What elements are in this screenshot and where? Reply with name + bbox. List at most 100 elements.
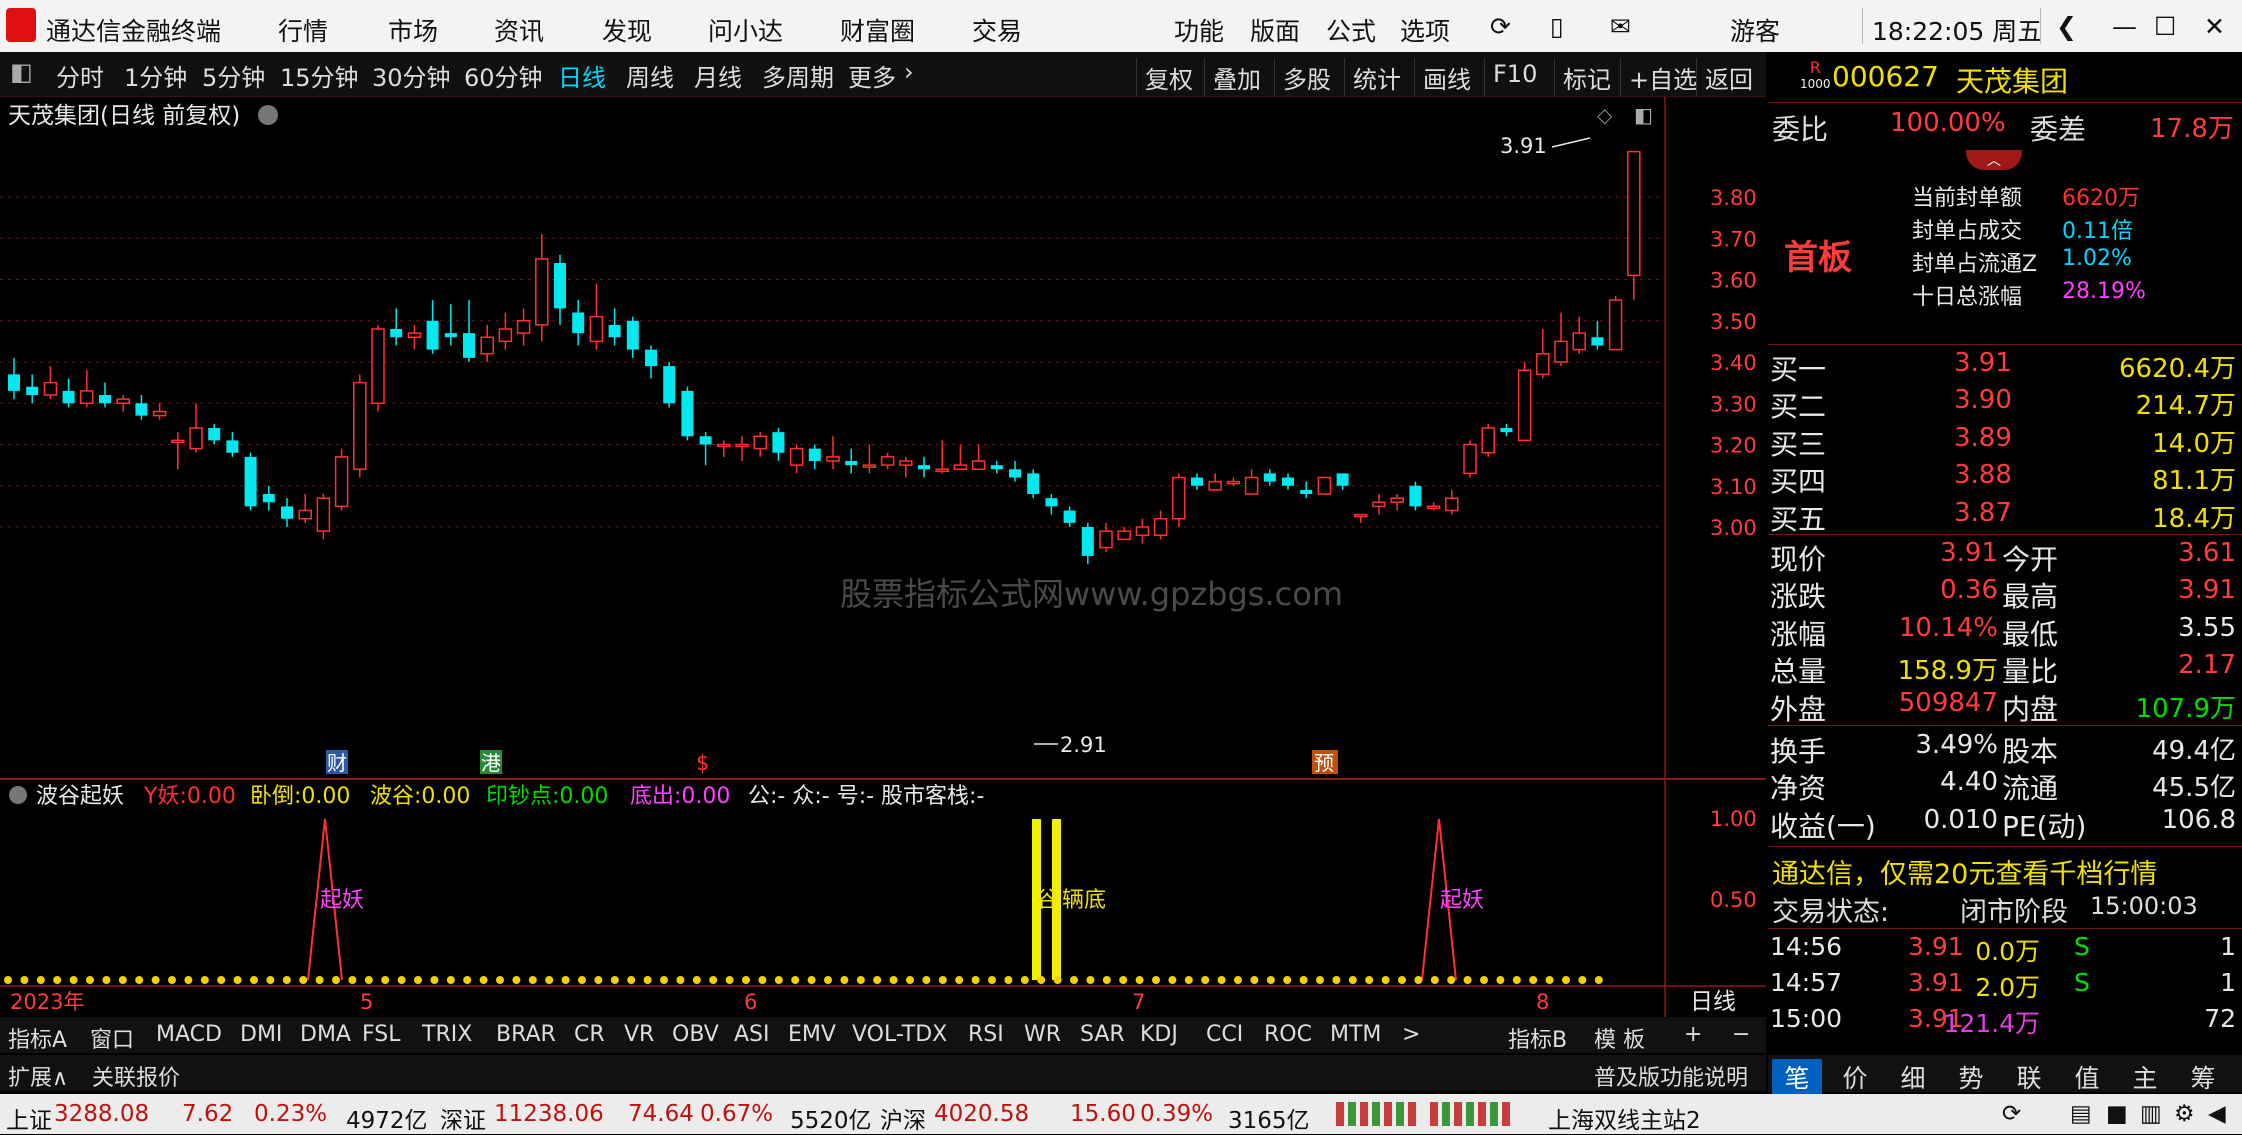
tab-指标a[interactable]: 指标A <box>8 1022 67 1054</box>
alert-icon[interactable]: ■ <box>2106 1101 2128 1127</box>
tab-dma[interactable]: DMA <box>300 1022 351 1047</box>
btn-f10[interactable]: F10 <box>1484 58 1545 96</box>
tool-xuanxiang[interactable]: 选项 <box>1400 12 1450 48</box>
event-marker-gang[interactable]: 港 <box>480 750 502 775</box>
period-multi[interactable]: 多周期 <box>762 58 834 93</box>
tool-banmian[interactable]: 版面 <box>1250 12 1300 48</box>
tab-add[interactable]: + <box>1684 1022 1702 1047</box>
tab-expand[interactable]: 扩展∧ <box>8 1060 68 1092</box>
tab-dmi[interactable]: DMI <box>240 1022 282 1047</box>
btn-tongji[interactable]: 统计 <box>1344 58 1409 96</box>
period-30min[interactable]: 30分钟 <box>372 58 451 93</box>
tab-help[interactable]: 普及版功能说明 <box>1594 1060 1748 1092</box>
chevron-right-icon[interactable]: › <box>904 58 914 86</box>
tab-kdj[interactable]: KDJ <box>1140 1022 1178 1047</box>
period-week[interactable]: 周线 <box>626 58 674 93</box>
period-5min[interactable]: 5分钟 <box>202 58 265 93</box>
doc-icon[interactable]: ▤ <box>2070 1101 2092 1127</box>
menu-wenxiaoda[interactable]: 问小达 <box>708 12 783 48</box>
server-name[interactable]: 上海双线主站2 <box>1548 1101 1701 1135</box>
chevron-down-icon[interactable] <box>258 105 278 125</box>
tab-vol-tdx[interactable]: VOL-TDX <box>852 1022 947 1047</box>
tab-cci[interactable]: CCI <box>1206 1022 1243 1047</box>
menu-faxian[interactable]: 发现 <box>602 12 652 48</box>
btn-fuquan[interactable]: 复权 <box>1136 58 1201 96</box>
tab-mtm[interactable]: MTM <box>1330 1022 1381 1047</box>
period-1min[interactable]: 1分钟 <box>124 58 187 93</box>
tab-indicator-b[interactable]: 指标B <box>1508 1022 1567 1054</box>
indicator-name[interactable]: 波谷起妖 <box>36 784 124 809</box>
minimize-icon[interactable]: — <box>2112 12 2137 41</box>
tab-obv[interactable]: OBV <box>672 1022 719 1047</box>
back-icon[interactable]: ❮ <box>2056 12 2077 41</box>
diamond-icon[interactable]: ◇ <box>1597 103 1613 127</box>
panel-toggle-icon[interactable]: ◧ <box>10 58 33 86</box>
tab-fsl[interactable]: FSL <box>362 1022 401 1047</box>
sync-icon[interactable]: ⟳ <box>2002 1101 2021 1127</box>
menu-caifuquan[interactable]: 财富圈 <box>840 12 915 48</box>
btn-fanhui[interactable]: 返回 <box>1696 58 1761 96</box>
quote-tab-0[interactable]: 笔 <box>1772 1059 1822 1095</box>
menu-jiaoyi[interactable]: 交易 <box>972 12 1022 48</box>
tab-rsi[interactable]: RSI <box>968 1022 1004 1047</box>
tab-cr[interactable]: CR <box>574 1022 605 1047</box>
period-more[interactable]: 更多 <box>848 58 896 93</box>
mail-icon[interactable]: ✉ <box>1610 12 1631 41</box>
sh-label[interactable]: 上证 <box>6 1101 52 1135</box>
quote-tab-5[interactable]: 值 <box>2062 1059 2112 1095</box>
tool-gongshi[interactable]: 公式 <box>1326 12 1376 48</box>
period-month[interactable]: 月线 <box>694 58 742 93</box>
tab-trix[interactable]: TRIX <box>422 1022 472 1047</box>
btn-biaoji[interactable]: 标记 <box>1554 58 1619 96</box>
period-fenshi[interactable]: 分时 <box>56 58 104 93</box>
event-marker-cai[interactable]: 财 <box>326 750 348 775</box>
event-marker-dollar[interactable]: $ <box>696 751 709 775</box>
panel-icon[interactable]: ◧ <box>1634 103 1653 127</box>
promo-text[interactable]: 通达信，仅需20元查看千档行情 <box>1772 852 2157 891</box>
period-15min[interactable]: 15分钟 <box>280 58 359 93</box>
tab-vr[interactable]: VR <box>624 1022 654 1047</box>
indicator-menu-icon[interactable] <box>9 786 27 804</box>
kline-chart[interactable]: 3.80 3.70 3.60 3.50 3.40 3.30 3.20 3.10 3.00 天茂集… <box>0 97 1766 1017</box>
btn-huaxian[interactable]: 画线 <box>1414 58 1479 96</box>
chevron-right-icon[interactable]: > <box>1402 1022 1420 1047</box>
period-60min[interactable]: 60分钟 <box>464 58 543 93</box>
quote-tab-2[interactable]: 细 <box>1888 1059 1938 1095</box>
tab-wr[interactable]: WR <box>1024 1022 1061 1047</box>
event-marker-yu[interactable]: 预 <box>1312 750 1338 775</box>
btn-zixuan[interactable]: +自选 <box>1620 58 1705 96</box>
quote-tab-3[interactable]: 势 <box>1946 1059 1996 1095</box>
refresh-icon[interactable]: ⟳ <box>1490 12 1511 41</box>
tab-brar[interactable]: BRAR <box>496 1022 556 1047</box>
tab-sar[interactable]: SAR <box>1080 1022 1125 1047</box>
settings-icon[interactable]: ⚙ <box>2174 1101 2195 1127</box>
quote-tab-4[interactable]: 联 <box>2004 1059 2054 1095</box>
btn-duogu[interactable]: 多股 <box>1274 58 1339 96</box>
quote-tab-6[interactable]: 主 <box>2120 1059 2170 1095</box>
tool-gongneng[interactable]: 功能 <box>1174 12 1224 48</box>
tab-roc[interactable]: ROC <box>1264 1022 1312 1047</box>
tab-template[interactable]: 模 板 <box>1594 1022 1645 1054</box>
menu-shichang[interactable]: 市场 <box>388 12 438 48</box>
quote-tab-1[interactable]: 价 <box>1830 1059 1880 1095</box>
menu-hangqing[interactable]: 行情 <box>278 12 328 48</box>
btn-diejia[interactable]: 叠加 <box>1204 58 1269 96</box>
user-label[interactable]: 游客 <box>1730 12 1780 48</box>
phone-icon[interactable]: ▯ <box>1550 12 1564 41</box>
tab-窗口[interactable]: 窗口 <box>90 1022 134 1054</box>
tab-emv[interactable]: EMV <box>788 1022 836 1047</box>
tab-related-quote[interactable]: 关联报价 <box>92 1060 180 1092</box>
period-day[interactable]: 日线 <box>558 58 606 93</box>
quote-tab-7[interactable]: 筹 <box>2178 1059 2228 1095</box>
tab-remove[interactable]: − <box>1732 1022 1750 1047</box>
tab-asi[interactable]: ASI <box>734 1022 770 1047</box>
hs-label[interactable]: 沪深 <box>880 1101 926 1135</box>
menu-zixun[interactable]: 资讯 <box>494 12 544 48</box>
sz-label[interactable]: 深证 <box>440 1101 486 1135</box>
tab-macd[interactable]: MACD <box>156 1022 222 1047</box>
speaker-icon[interactable]: ◀ <box>2208 1101 2226 1127</box>
chart-icon[interactable]: ▥ <box>2140 1101 2162 1127</box>
maximize-icon[interactable]: ☐ <box>2154 12 2176 41</box>
collapse-icon[interactable]: ︿ <box>1966 150 2022 170</box>
close-icon[interactable]: ✕ <box>2204 12 2225 41</box>
